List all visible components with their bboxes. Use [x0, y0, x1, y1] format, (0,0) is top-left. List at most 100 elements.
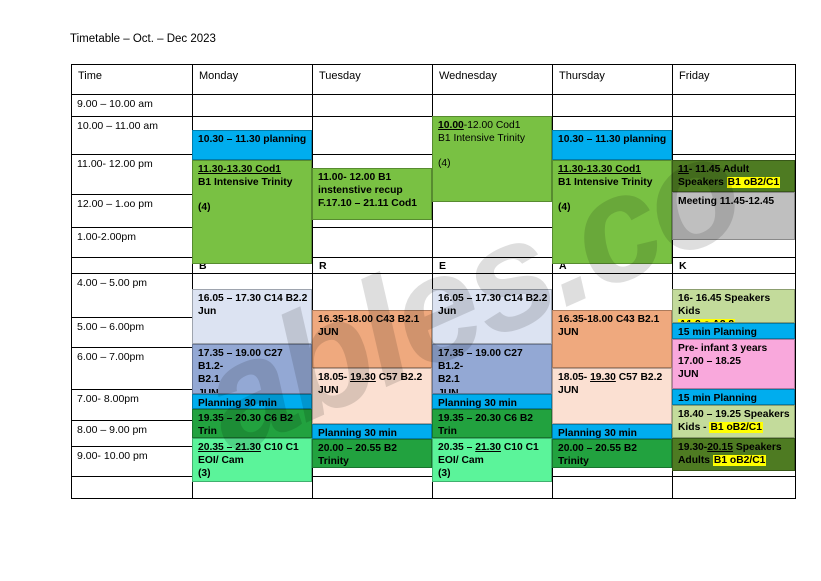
time-label: 12.00 – 1.oo pm [77, 198, 153, 210]
event-time: 19.30 [590, 372, 616, 383]
event-line-1-pre: 19.30- [678, 442, 708, 453]
event-line-1-rest: C57 B2.2 [615, 372, 663, 383]
slot-tuesday[interactable] [312, 476, 433, 499]
event-time: 11 [678, 164, 689, 175]
header-label-friday: Friday [679, 70, 710, 82]
event-line-1: 11.30-13.30 Cod1 [558, 164, 641, 175]
time-label: 7.00- 8.00pm [77, 393, 139, 405]
event-block-mon-c10[interactable]: 20.35 – 21.30 C10 C1 EOI/ Cam (3) [192, 438, 312, 482]
event-line-2: Adults B1 oB2/C1 [678, 454, 791, 467]
event-line-2: Jun [198, 306, 217, 318]
event-block-mon-c6[interactable]: 19.35 – 20.30 C6 B2 Trin (7) [192, 409, 312, 438]
event-block-wed-planning30[interactable]: Planning 30 min [432, 394, 552, 409]
event-block-tue-c43[interactable]: 16.35-18.00 C43 B2.1 JUN [312, 310, 432, 368]
time-cell: 6.00 – 7.00pm [71, 347, 193, 390]
event-block-mon-planning30[interactable]: Planning 30 min [192, 394, 312, 409]
event-text: 15 min Planning [678, 327, 757, 338]
event-highlight: B1 oB2/C1 [726, 177, 781, 189]
slot-wednesday[interactable] [432, 227, 553, 258]
event-line-2: JUN [558, 327, 579, 339]
event-line-1: 18.40 – 19.25 Speakers [678, 409, 790, 420]
slot-friday[interactable] [672, 94, 796, 117]
slot-friday[interactable] [672, 116, 796, 155]
slot-wednesday[interactable] [432, 94, 553, 117]
event-block-tue-recup[interactable]: 11.00- 12.00 B1 instenstive recup F.17.1… [312, 168, 432, 220]
slot-friday[interactable] [672, 476, 796, 499]
event-block-thu-planning30[interactable]: Planning 30 min [552, 424, 672, 439]
event-text: Planning 30 min [558, 428, 637, 439]
event-block-fri-planning-1[interactable]: 15 min Planning [672, 323, 795, 339]
event-block-fri-meeting[interactable]: Meeting 11.45-12.45 [672, 192, 795, 240]
event-line-1: 19.35 – 20.30 C6 B2 Trin [198, 413, 294, 438]
event-block-wed-c10[interactable]: 20.35 – 21.30 C10 C1 EOI/ Cam (3) [432, 438, 552, 482]
time-cell: 9.00- 10.00 pm [71, 446, 193, 477]
event-block-wed-c27[interactable]: 17.35 – 19.00 C27 B1.2- B2.1 JUN [432, 344, 552, 394]
slot-thursday[interactable] [552, 476, 673, 499]
event-block-mon-planning-am[interactable]: 10.30 – 11.30 planning [192, 130, 312, 160]
event-line-3: (4) [558, 202, 571, 214]
header-label-wednesday: Wednesday [439, 70, 497, 82]
event-block-fri-preinfant[interactable]: Pre- infant 3 years 17.00 – 18.25 JUN [672, 339, 795, 389]
event-block-thu-b2trinity[interactable]: 20.00 – 20.55 B2 Trinity C8 [552, 439, 672, 468]
event-line-2: EOI/ Cam [438, 455, 484, 467]
header-label-time: Time [78, 70, 103, 82]
event-block-wed-c6[interactable]: 19.35 – 20.30 C6 B2 Trin (7) [432, 409, 552, 438]
event-block-fri-planning-2[interactable]: 15 min Planning [672, 389, 795, 405]
event-line-1: 18.05- 19.30 C57 B2.2 [558, 371, 668, 384]
event-block-tue-c57[interactable]: 18.05- 19.30 C57 B2.2 JUN [312, 368, 432, 424]
break-cell-friday: K [672, 257, 796, 274]
event-line-1: 17.35 – 19.00 C27 B1.2- [438, 348, 523, 373]
event-block-fri-adult-speakers[interactable]: 11- 11.45 Adult Speakers B1 oB2/C1 [672, 160, 795, 192]
event-line-3: (4) [438, 158, 451, 170]
event-line-2: B1 Intensive Trinity [558, 177, 653, 189]
slot-monday[interactable] [192, 94, 313, 117]
header-cell-thursday: Thursday [552, 64, 673, 95]
event-line-3: (3) [198, 468, 211, 480]
event-line-1: 20.00 – 20.55 B2 Trinity [558, 443, 638, 468]
event-block-mon-cod1[interactable]: 11.30-13.30 Cod1 B1 Intensive Trinity (4… [192, 160, 312, 264]
event-text: 10.30 – 11.30 planning [558, 134, 667, 145]
time-label: 11.00- 12.00 pm [77, 158, 153, 170]
slot-tuesday[interactable] [312, 94, 433, 117]
event-line-3: F.17.10 – 21.11 Cod1 [318, 198, 418, 210]
event-block-wed-c14[interactable]: 16.05 – 17.30 C14 B2.2 Jun [432, 289, 552, 344]
time-label: 9.00- 10.00 pm [77, 450, 148, 462]
time-cell: 12.00 – 1.oo pm [71, 194, 193, 228]
event-block-mon-c14[interactable]: 16.05 – 17.30 C14 B2.2 Jun [192, 289, 312, 344]
event-block-thu-c43[interactable]: 16.35-18.00 C43 B2.1 JUN [552, 310, 672, 368]
event-block-fri-adults-b1[interactable]: 19.30-20.15 Speakers Adults B1 oB2/C1 [672, 438, 795, 471]
break-letter-e: E [439, 260, 447, 272]
event-line-1-rest: - 11.45 Adult [688, 164, 750, 175]
slot-tuesday[interactable] [312, 227, 433, 258]
event-line-1: 11.00- 12.00 B1 [318, 172, 392, 183]
event-text: Planning 30 min [318, 428, 397, 439]
event-block-mon-c27[interactable]: 17.35 – 19.00 C27 B1.2- B2.1 JUN [192, 344, 312, 394]
time-label: 10.00 – 11.00 am [77, 120, 158, 132]
event-line-1: 17.35 – 19.00 C27 B1.2- [198, 348, 283, 373]
event-block-thu-planning-am[interactable]: 10.30 – 11.30 planning [552, 130, 672, 160]
event-line-1: 20.00 – 20.55 B2 Trinity [318, 443, 398, 468]
event-text: Planning 30 min [438, 398, 517, 409]
time-label: 1.00-2.00pm [77, 231, 136, 243]
header-cell-time: Time [71, 64, 193, 95]
event-block-tue-planning30[interactable]: Planning 30 min [312, 424, 432, 439]
event-block-thu-c57[interactable]: 18.05- 19.30 C57 B2.2 JUN [552, 368, 672, 424]
event-block-fri-kids-speakers[interactable]: 16- 16.45 Speakers Kids A1.2 o A2.2 [672, 289, 795, 323]
event-line-1: 18.05- 19.30 C57 B2.2 [318, 371, 428, 384]
event-block-tue-b2trinity[interactable]: 20.00 – 20.55 B2 Trinity C8 [312, 439, 432, 468]
event-time-start: 20.35 – 21.30 [198, 442, 261, 453]
event-block-fri-kids-b1[interactable]: 18.40 – 19.25 Speakers Kids - B1 oB2/C1 [672, 405, 795, 438]
event-line-1-rest: C10 C1 [260, 442, 299, 453]
event-block-wed-cod1[interactable]: 10.00-12.00 Cod1 B1 Intensive Trinity (4… [432, 116, 552, 202]
event-line-2: instenstive recup [318, 185, 403, 197]
slot-thursday[interactable] [552, 94, 673, 117]
event-line-1-rest: Speakers [732, 442, 782, 453]
event-line-1: Pre- infant 3 years [678, 343, 768, 354]
event-line-1-rest: -12.00 Cod1 [463, 120, 521, 131]
event-line-1-rest: C57 B2.2 [375, 372, 423, 383]
event-line-2: EOI/ Cam [198, 455, 244, 467]
event-block-thu-cod1[interactable]: 11.30-13.30 Cod1 B1 Intensive Trinity (4… [552, 160, 672, 264]
event-line-2: JUN [318, 385, 339, 397]
slot-tuesday[interactable] [312, 116, 433, 155]
event-line-2: JUN [318, 327, 339, 339]
